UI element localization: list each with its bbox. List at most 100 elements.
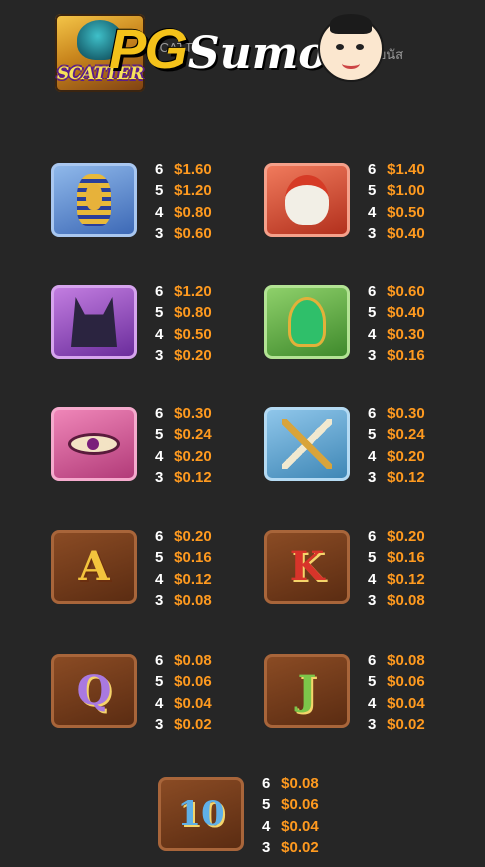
- payout-row: 3 $0.08: [368, 590, 425, 611]
- match-count: 6: [155, 528, 164, 545]
- letter-k-icon: K: [264, 530, 350, 604]
- match-count: 3: [155, 469, 164, 487]
- payout-list: 6 $0.08 5 $0.06 4 $0.04 3 $0.02: [262, 773, 319, 859]
- payout-value: $0.50: [387, 203, 425, 221]
- payout-value: $0.08: [281, 775, 319, 792]
- match-count: 4: [155, 694, 164, 712]
- match-count: 6: [155, 405, 164, 422]
- payout-value: $0.60: [387, 283, 425, 300]
- payout-value: $0.20: [387, 528, 425, 545]
- paytable-entry-cobra: 6 $0.60 5 $0.40 4 $0.30 3 $0.16: [264, 281, 464, 367]
- payout-row: 5 $0.80: [155, 302, 212, 323]
- payout-list: 6 $0.08 5 $0.06 4 $0.04 3 $0.02: [368, 650, 425, 736]
- match-count: 4: [155, 203, 164, 221]
- anubis-icon: [51, 285, 137, 359]
- payout-value: $0.24: [174, 426, 212, 444]
- payout-row: 3 $0.16: [368, 345, 425, 366]
- payout-list: 6 $0.60 5 $0.40 4 $0.30 3 $0.16: [368, 281, 425, 367]
- match-count: 5: [155, 182, 164, 200]
- payout-value: $0.02: [281, 839, 319, 857]
- payout-value: $0.50: [174, 325, 212, 343]
- match-count: 3: [368, 469, 377, 487]
- match-count: 6: [368, 283, 377, 300]
- payout-value: $0.06: [174, 673, 212, 691]
- match-count: 6: [155, 161, 164, 178]
- match-count: 5: [155, 673, 164, 691]
- match-count: 4: [368, 447, 377, 465]
- payout-value: $0.16: [387, 347, 425, 365]
- payout-value: $0.04: [174, 694, 212, 712]
- payout-value: $0.12: [174, 469, 212, 487]
- payout-value: $0.08: [387, 592, 425, 610]
- match-count: 5: [368, 549, 377, 567]
- match-count: 3: [368, 347, 377, 365]
- payout-row: 3 $0.12: [368, 467, 425, 488]
- payout-row: 5 $0.06: [368, 671, 425, 692]
- match-count: 6: [155, 652, 164, 669]
- payout-row: 4 $0.50: [368, 202, 425, 223]
- match-count: 6: [368, 528, 377, 545]
- letter-q-icon: Q: [51, 654, 137, 728]
- payout-list: 6 $0.20 5 $0.16 4 $0.12 3 $0.08: [155, 526, 212, 612]
- payout-value: $0.16: [174, 549, 212, 567]
- letter-a-icon: A: [51, 530, 137, 604]
- paytable-entry-pharaoh: 6 $1.60 5 $1.20 4 $0.80 3 $0.60: [51, 159, 251, 245]
- payout-value: $0.04: [387, 694, 425, 712]
- payout-value: $0.20: [174, 528, 212, 545]
- payout-row: 4 $0.12: [368, 569, 425, 590]
- payout-row: 4 $0.80: [155, 202, 212, 223]
- match-count: 5: [368, 426, 377, 444]
- payout-row: 6 $1.20: [155, 281, 212, 302]
- paytable-entry-horus: 6 $1.40 5 $1.00 4 $0.50 3 $0.40: [264, 159, 464, 245]
- symbol-label: K: [289, 543, 325, 590]
- payout-row: 6 $0.08: [368, 650, 425, 671]
- payout-row: 4 $0.30: [368, 324, 425, 345]
- payout-row: 3 $0.02: [368, 714, 425, 735]
- payout-value: $0.40: [387, 225, 425, 243]
- payout-value: $0.40: [387, 304, 425, 322]
- payout-value: $0.08: [174, 652, 212, 669]
- match-count: 5: [155, 549, 164, 567]
- payout-row: 4 $0.12: [155, 569, 212, 590]
- paytable-entry-crook: 6 $0.30 5 $0.24 4 $0.20 3 $0.12: [264, 403, 464, 489]
- paytable-entry-eye: 6 $0.30 5 $0.24 4 $0.20 3 $0.12: [51, 403, 251, 489]
- match-count: 3: [262, 839, 271, 857]
- payout-value: $1.20: [174, 283, 212, 300]
- match-count: 6: [368, 405, 377, 422]
- payout-row: 6 $0.20: [155, 526, 212, 547]
- paytable-entry-a: A 6 $0.20 5 $0.16 4 $0.12 3 $0.08: [51, 526, 251, 612]
- payout-value: $0.02: [387, 716, 425, 734]
- payout-row: 5 $0.06: [262, 794, 319, 815]
- payout-value: $0.12: [387, 570, 425, 588]
- letter-j-icon: J: [264, 654, 350, 728]
- number-10-icon: 10: [158, 777, 244, 851]
- payout-row: 4 $0.04: [155, 693, 212, 714]
- payout-value: $0.60: [174, 225, 212, 243]
- symbol-label: Q: [76, 667, 112, 714]
- payout-value: $0.02: [174, 716, 212, 734]
- payout-value: $1.60: [174, 161, 212, 178]
- payout-value: $0.08: [387, 652, 425, 669]
- match-count: 3: [368, 225, 377, 243]
- match-count: 3: [155, 225, 164, 243]
- payout-value: $0.80: [174, 203, 212, 221]
- match-count: 4: [155, 447, 164, 465]
- payout-value: $0.16: [387, 549, 425, 567]
- payout-row: 4 $0.04: [262, 816, 319, 837]
- payout-value: $0.20: [387, 447, 425, 465]
- payout-row: 6 $0.30: [155, 403, 212, 424]
- payout-row: 6 $0.08: [155, 650, 212, 671]
- paytable-entry-q: Q 6 $0.08 5 $0.06 4 $0.04 3 $0.02: [51, 650, 251, 736]
- payout-row: 4 $0.04: [368, 693, 425, 714]
- payout-list: 6 $0.20 5 $0.16 4 $0.12 3 $0.08: [368, 526, 425, 612]
- payout-row: 6 $1.40: [368, 159, 425, 180]
- match-count: 5: [155, 426, 164, 444]
- payout-row: 3 $0.02: [155, 714, 212, 735]
- payout-value: $0.24: [387, 426, 425, 444]
- payout-value: $0.06: [387, 673, 425, 691]
- payout-row: 5 $0.24: [368, 424, 425, 445]
- match-count: 4: [368, 203, 377, 221]
- payout-row: 3 $0.02: [262, 837, 319, 858]
- match-count: 6: [368, 652, 377, 669]
- crook-and-flail-icon: [264, 407, 350, 481]
